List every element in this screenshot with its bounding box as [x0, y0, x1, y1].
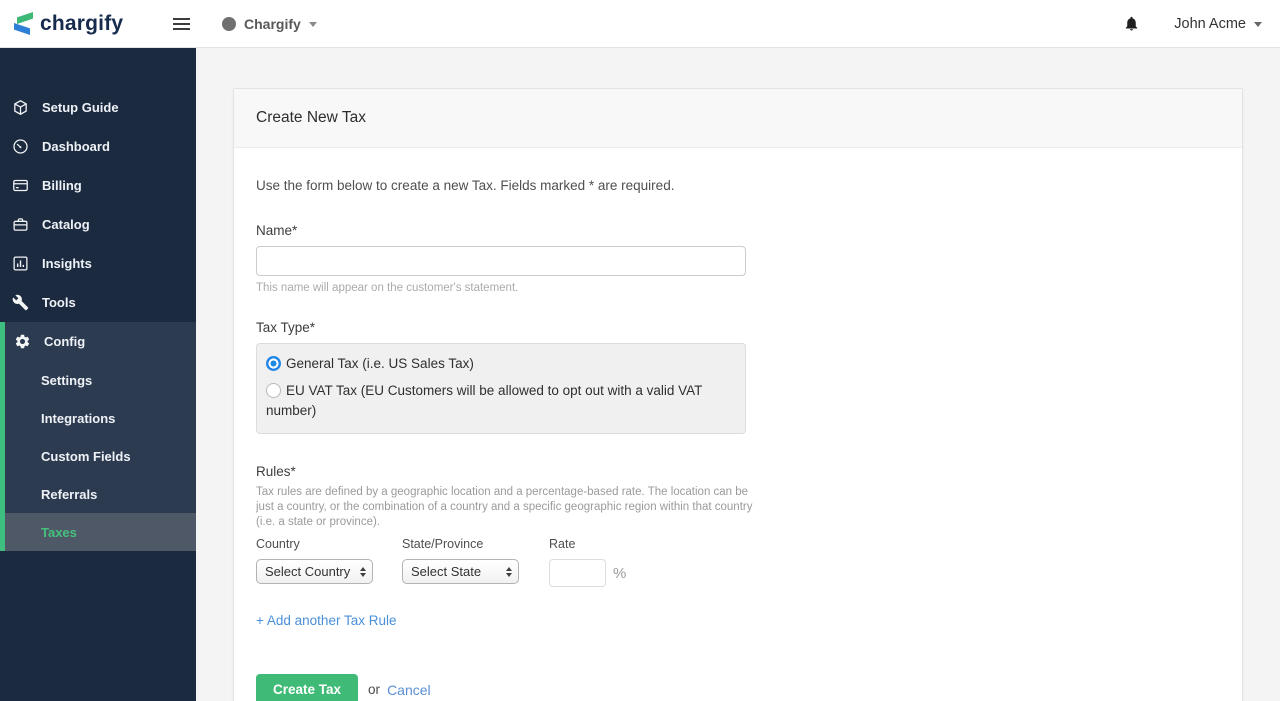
- wrench-icon: [12, 294, 29, 311]
- sidebar-config-section: Config Settings Integrations Custom Fiel…: [0, 322, 196, 551]
- percent-suffix: %: [613, 564, 627, 582]
- radio-eu-vat-tax[interactable]: EU VAT Tax (EU Customers will be allowed…: [266, 381, 733, 421]
- radio-unselected-icon: [266, 383, 281, 398]
- sidebar-item-config[interactable]: Config: [5, 322, 196, 361]
- sidebar-item-integrations[interactable]: Integrations: [5, 399, 196, 437]
- rate-label: Rate: [549, 537, 576, 551]
- chargify-logo-icon: [14, 10, 34, 37]
- sidebar-item-tools[interactable]: Tools: [0, 283, 196, 322]
- sidebar-item-insights[interactable]: Insights: [0, 244, 196, 283]
- panel-body: Use the form below to create a new Tax. …: [234, 148, 1242, 701]
- create-tax-panel: Create New Tax Use the form below to cre…: [233, 88, 1243, 701]
- chargify-wordmark: chargify: [40, 11, 124, 35]
- sidebar-item-taxes[interactable]: Taxes: [5, 513, 196, 551]
- user-name: John Acme: [1174, 15, 1246, 32]
- sidebar-item-setup-guide[interactable]: Setup Guide: [0, 88, 196, 127]
- sidebar-item-settings[interactable]: Settings: [5, 361, 196, 399]
- sidebar: Setup Guide Dashboard Billing Catalog In…: [0, 48, 196, 701]
- menu-toggle-icon[interactable]: [168, 11, 194, 37]
- briefcase-icon: [12, 216, 29, 233]
- tax-rule-row: Country Select Country State/Province Se…: [256, 537, 1220, 587]
- notifications-bell-icon[interactable]: [1123, 14, 1140, 33]
- country-select[interactable]: Select Country: [256, 559, 373, 584]
- or-text: or: [368, 682, 381, 697]
- radio-selected-icon: [266, 356, 281, 371]
- add-tax-rule-link[interactable]: + Add another Tax Rule: [256, 613, 396, 628]
- chargify-logo[interactable]: chargify: [0, 10, 160, 37]
- topbar-right: John Acme: [1123, 14, 1280, 33]
- tax-type-label: Tax Type*: [256, 320, 316, 335]
- site-status-dot-icon: [222, 16, 236, 31]
- main-content: Create New Tax Use the form below to cre…: [196, 48, 1280, 701]
- name-label: Name*: [256, 223, 298, 238]
- country-label: Country: [256, 537, 300, 551]
- sidebar-item-dashboard[interactable]: Dashboard: [0, 127, 196, 166]
- chevron-down-icon: [1254, 22, 1262, 27]
- bar-chart-icon: [12, 255, 29, 272]
- state-column: State/Province Select State: [402, 537, 549, 587]
- sidebar-item-catalog[interactable]: Catalog: [0, 205, 196, 244]
- tax-type-options-box: General Tax (i.e. US Sales Tax) EU VAT T…: [256, 343, 746, 434]
- app-window: chargify Chargify John Acme Setup Guide: [0, 0, 1280, 701]
- select-arrows-icon: [506, 566, 512, 577]
- rate-input[interactable]: [549, 559, 606, 587]
- credit-card-icon: [12, 177, 29, 194]
- gauge-icon: [12, 138, 29, 155]
- state-label: State/Province: [402, 537, 484, 551]
- sidebar-item-billing[interactable]: Billing: [0, 166, 196, 205]
- rules-label: Rules*: [256, 464, 296, 479]
- site-switcher-label: Chargify: [244, 15, 301, 32]
- box-icon: [12, 99, 29, 116]
- sidebar-item-referrals[interactable]: Referrals: [5, 475, 196, 513]
- select-arrows-icon: [360, 566, 366, 577]
- name-field-group: Name* This name will appear on the custo…: [256, 223, 1220, 294]
- chevron-down-icon: [308, 22, 317, 27]
- state-select[interactable]: Select State: [402, 559, 519, 584]
- cancel-link[interactable]: Cancel: [387, 682, 431, 698]
- country-column: Country Select Country: [256, 537, 402, 587]
- form-actions: Create Tax or Cancel: [256, 674, 1220, 701]
- tax-name-input[interactable]: [256, 246, 746, 276]
- radio-general-tax[interactable]: General Tax (i.e. US Sales Tax): [266, 354, 733, 374]
- page-title: Create New Tax: [256, 109, 366, 126]
- rate-column: Rate %: [549, 537, 695, 587]
- form-intro-text: Use the form below to create a new Tax. …: [256, 178, 675, 193]
- gear-icon: [14, 333, 31, 350]
- site-switcher-dropdown[interactable]: Chargify: [222, 16, 317, 32]
- name-help-text: This name will appear on the customer's …: [256, 282, 519, 294]
- rules-field-group: Rules* Tax rules are defined by a geogra…: [256, 464, 1220, 630]
- top-bar: chargify Chargify John Acme: [0, 0, 1280, 48]
- panel-header: Create New Tax: [234, 89, 1242, 148]
- sidebar-item-custom-fields[interactable]: Custom Fields: [5, 437, 196, 475]
- rules-help-text: Tax rules are defined by a geographic lo…: [256, 486, 753, 528]
- tax-type-field-group: Tax Type* General Tax (i.e. US Sales Tax…: [256, 320, 1220, 434]
- create-tax-button[interactable]: Create Tax: [256, 674, 359, 701]
- user-menu-dropdown[interactable]: John Acme: [1174, 16, 1262, 32]
